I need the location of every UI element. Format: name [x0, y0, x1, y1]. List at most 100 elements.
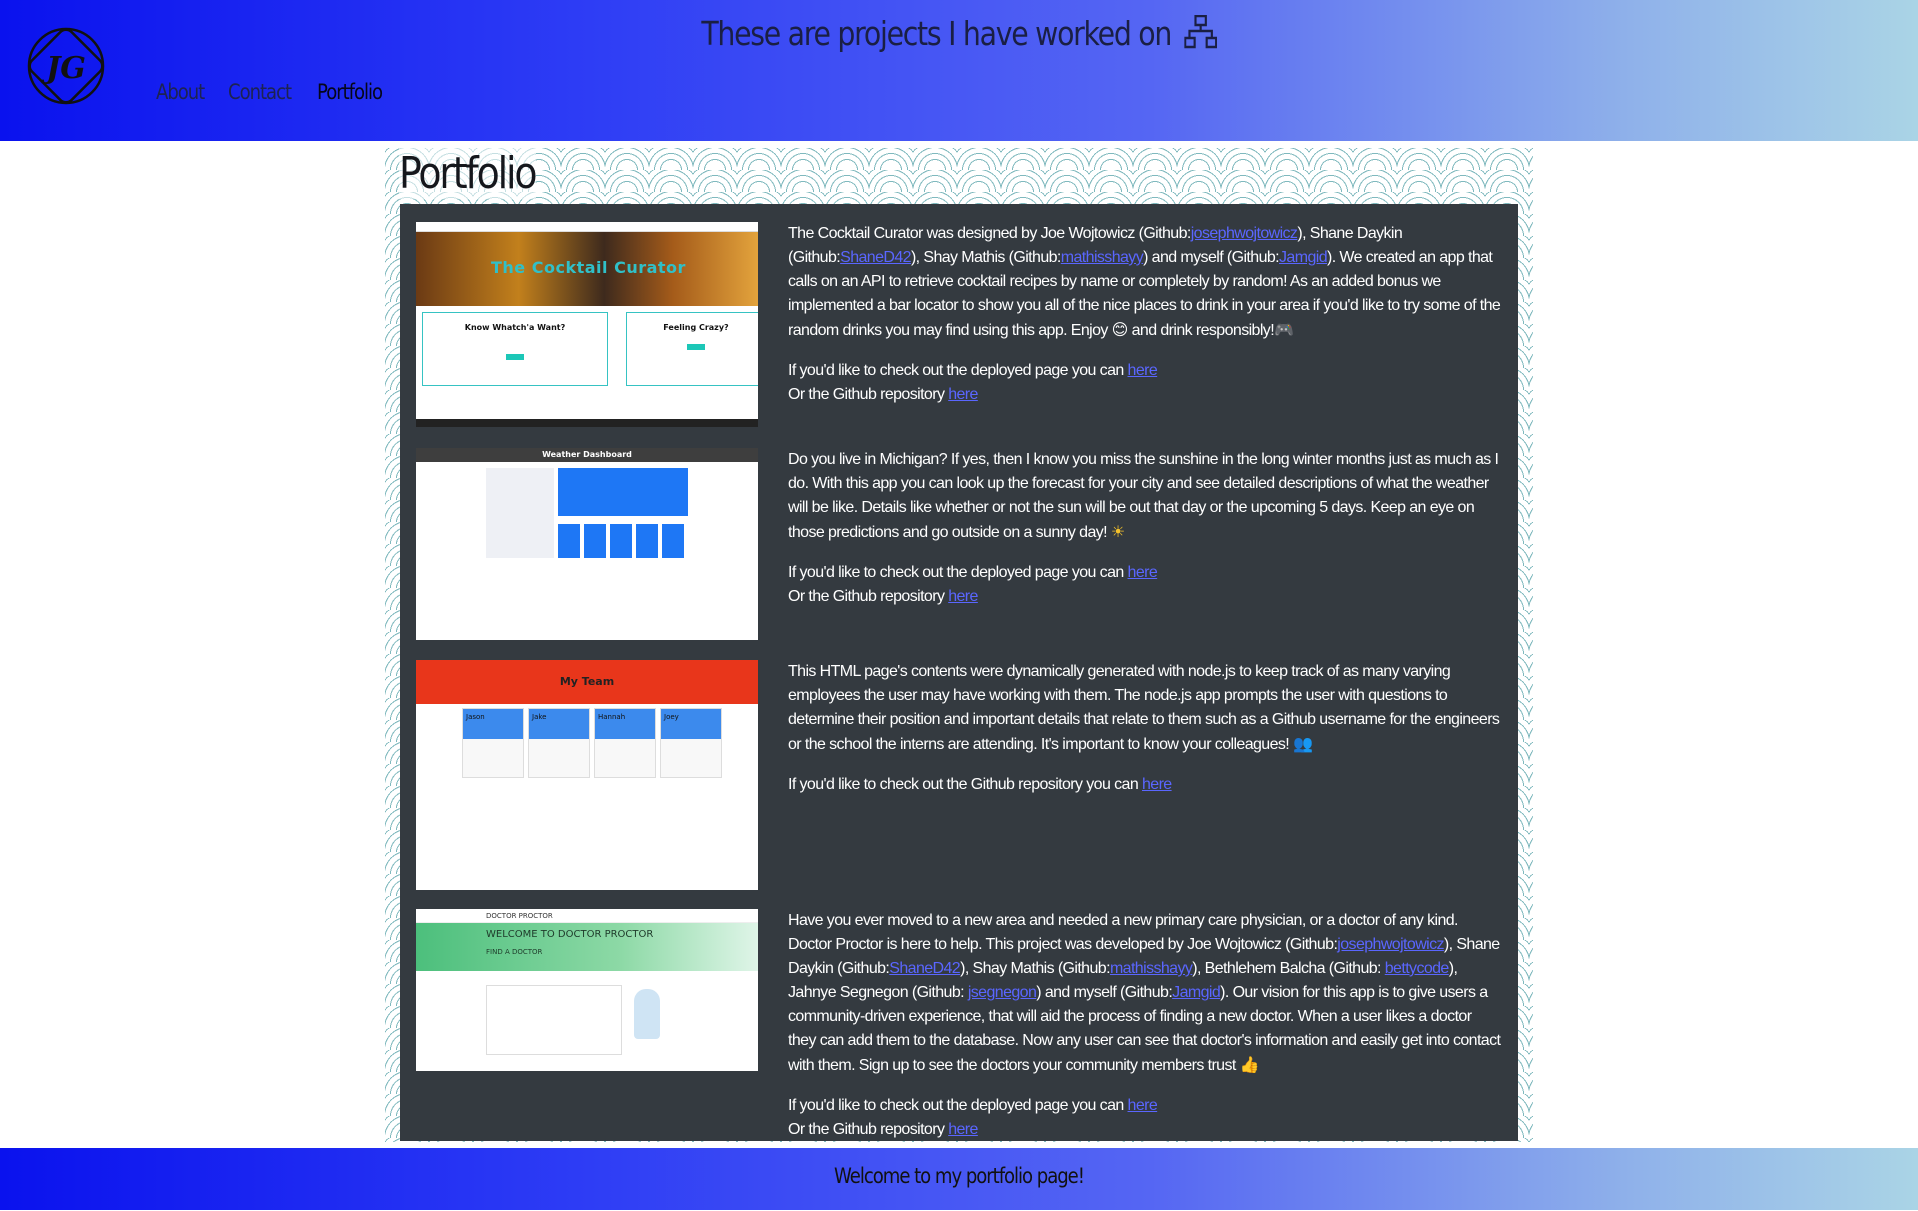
github-link-josephwojtowicz[interactable]: josephwojtowicz [1191, 225, 1298, 242]
project-thumbnail-team[interactable]: My Team Jason Jake Hannah Joey [416, 660, 758, 890]
project-thumbnail-weather[interactable]: Weather Dashboard [416, 448, 758, 640]
project-thumbnail-cocktail[interactable]: The Cocktail Curator Know Whatch'a Want?… [416, 222, 758, 427]
project-description-text: Have you ever moved to a new area and ne… [788, 909, 1503, 1078]
jg-logo[interactable]: JG [20, 20, 112, 112]
github-link-jamgid[interactable]: Jamgid [1172, 984, 1221, 1001]
project-thumbnail-doctor[interactable]: DOCTOR PROCTOR WELCOME TO DOCTOR PROCTOR… [416, 909, 758, 1071]
thumbnail-hero-title: WELCOME TO DOCTOR PROCTOR [486, 929, 654, 940]
team-card-name: Joey [661, 709, 721, 739]
team-card-name: Jake [529, 709, 589, 739]
team-card-name: Hannah [595, 709, 655, 739]
github-link-bettycode[interactable]: bettycode [1385, 960, 1450, 977]
github-link-jamgid[interactable]: Jamgid [1279, 249, 1328, 266]
project-description: The Cocktail Curator was designed by Joe… [788, 222, 1503, 407]
thumbnail-team-card: Joey [660, 708, 722, 778]
github-link-mathisshayy[interactable]: mathisshayy [1110, 960, 1193, 977]
thumbnail-hero: WELCOME TO DOCTOR PROCTOR FIND A DOCTOR [416, 923, 758, 971]
gamepad-icon: 🎮 [1274, 320, 1294, 339]
desc-text: This HTML page's contents were dynamical… [788, 663, 1500, 753]
github-link-mathisshayy[interactable]: mathisshayy [1061, 249, 1144, 266]
github-link-josephwojtowicz[interactable]: josephwojtowicz [1337, 936, 1444, 953]
project-description: Do you live in Michigan? If yes, then I … [788, 448, 1503, 609]
deployed-text: If you'd like to check out the deployed … [788, 564, 1124, 581]
github-repo-link[interactable]: here [948, 386, 978, 403]
thumbnail-box-button [506, 354, 524, 360]
project-description-text: Do you live in Michigan? If yes, then I … [788, 448, 1503, 545]
team-card-name: Jason [463, 709, 523, 739]
thumbnail-team-card: Hannah [594, 708, 656, 778]
smile-emoji-icon: 😊 [1111, 320, 1129, 339]
site-header: JG These are projects I have worked on A… [0, 0, 1918, 141]
thumbnail-box-button [687, 344, 705, 350]
nav-contact-link[interactable]: Contact [228, 80, 292, 104]
nav-portfolio-link[interactable]: Portfolio [317, 80, 383, 104]
github-link-shaned42[interactable]: ShaneD42 [889, 960, 960, 977]
site-footer: Welcome to my portfolio page! [0, 1148, 1918, 1210]
thumbnail-banner-text: Weather Dashboard [416, 448, 758, 462]
svg-text:JG: JG [41, 51, 86, 86]
repo-line: Or the Github repository here [788, 383, 1503, 407]
deployed-line: If you'd like to check out the deployed … [788, 1094, 1503, 1118]
nav-about-link[interactable]: About [156, 80, 205, 104]
repo-line: Or the Github repository here [788, 1118, 1503, 1142]
users-icon: 👥 [1293, 734, 1313, 753]
deployed-text: If you'd like to check out the deployed … [788, 362, 1124, 379]
project-description-text: The Cocktail Curator was designed by Joe… [788, 222, 1503, 343]
repo-text: Or the Github repository [788, 386, 945, 403]
repo-line: If you'd like to check out the Github re… [788, 773, 1503, 797]
thumbnail-forecast-row [558, 524, 688, 558]
repo-text: Or the Github repository [788, 588, 945, 605]
thumbs-up-icon: 👍 [1239, 1055, 1260, 1074]
portfolio-heading: Portfolio [399, 148, 537, 199]
deployed-page-link[interactable]: here [1128, 1097, 1158, 1114]
thumbnail-banner: The Cocktail Curator [416, 232, 758, 306]
desc-text: ), Bethlehem Balcha (Github: [1192, 960, 1385, 977]
thumbnail-browser-bar [416, 222, 758, 232]
thumbnail-sidebar [486, 468, 554, 558]
thumbnail-current-weather [558, 468, 688, 516]
header-title-text: These are projects I have worked on [701, 14, 1172, 53]
github-link-jsegnegon[interactable]: jsegnegon [968, 984, 1037, 1001]
github-repo-link[interactable]: here [948, 1121, 978, 1138]
deployed-line: If you'd like to check out the deployed … [788, 561, 1503, 585]
deployed-page-link[interactable]: here [1128, 362, 1158, 379]
main-nav: About Contact Portfolio [156, 80, 393, 104]
project-description: This HTML page's contents were dynamical… [788, 660, 1503, 797]
desc-text: ) and myself (Github: [1036, 984, 1173, 1001]
page-header-title: These are projects I have worked on [134, 14, 1783, 57]
repo-line: Or the Github repository here [788, 585, 1503, 609]
project-description: Have you ever moved to a new area and ne… [788, 909, 1503, 1142]
desc-text: The Cocktail Curator was designed by Joe… [788, 225, 1191, 242]
thumbnail-box-title: Feeling Crazy? [663, 323, 729, 332]
deployed-page-link[interactable]: here [1128, 564, 1158, 581]
thumbnail-box: Know Whatch'a Want? [422, 312, 608, 386]
desc-text: ) and myself (Github: [1143, 249, 1280, 266]
thumbnail-doctor-image [634, 989, 660, 1039]
github-repo-link[interactable]: here [1142, 776, 1172, 793]
desc-text: and drink responsibly! [1127, 322, 1275, 339]
project-description-text: This HTML page's contents were dynamical… [788, 660, 1503, 757]
desc-text: ), Shay Mathis (Github: [960, 960, 1110, 977]
thumbnail-box-title: Know Whatch'a Want? [464, 323, 566, 332]
repo-text: If you'd like to check out the Github re… [788, 776, 1139, 793]
deployed-text: If you'd like to check out the deployed … [788, 1097, 1124, 1114]
thumbnail-team-card: Jake [528, 708, 590, 778]
thumbnail-specialty-list [486, 985, 622, 1055]
deployed-line: If you'd like to check out the deployed … [788, 359, 1503, 383]
desc-text: Do you live in Michigan? If yes, then I … [788, 451, 1499, 541]
sitemap-icon [1183, 14, 1217, 57]
portfolio-panel: The Cocktail Curator Know Whatch'a Want?… [400, 204, 1518, 1141]
sun-icon: ☀ [1110, 522, 1125, 541]
thumbnail-hero-subtitle: FIND A DOCTOR [486, 948, 543, 956]
thumbnail-footer-bar [416, 419, 758, 427]
footer-text: Welcome to my portfolio page! [834, 1164, 1085, 1188]
repo-text: Or the Github repository [788, 1121, 945, 1138]
thumbnail-team-card: Jason [462, 708, 524, 778]
thumbnail-nav-text: DOCTOR PROCTOR [416, 909, 758, 923]
thumbnail-box: Feeling Crazy? [626, 312, 758, 386]
github-repo-link[interactable]: here [948, 588, 978, 605]
thumbnail-banner-text: My Team [416, 660, 758, 704]
github-link-shaned42[interactable]: ShaneD42 [840, 249, 911, 266]
thumbnail-banner-text: The Cocktail Curator [491, 258, 686, 277]
desc-text: ), Shay Mathis (Github: [910, 249, 1061, 266]
